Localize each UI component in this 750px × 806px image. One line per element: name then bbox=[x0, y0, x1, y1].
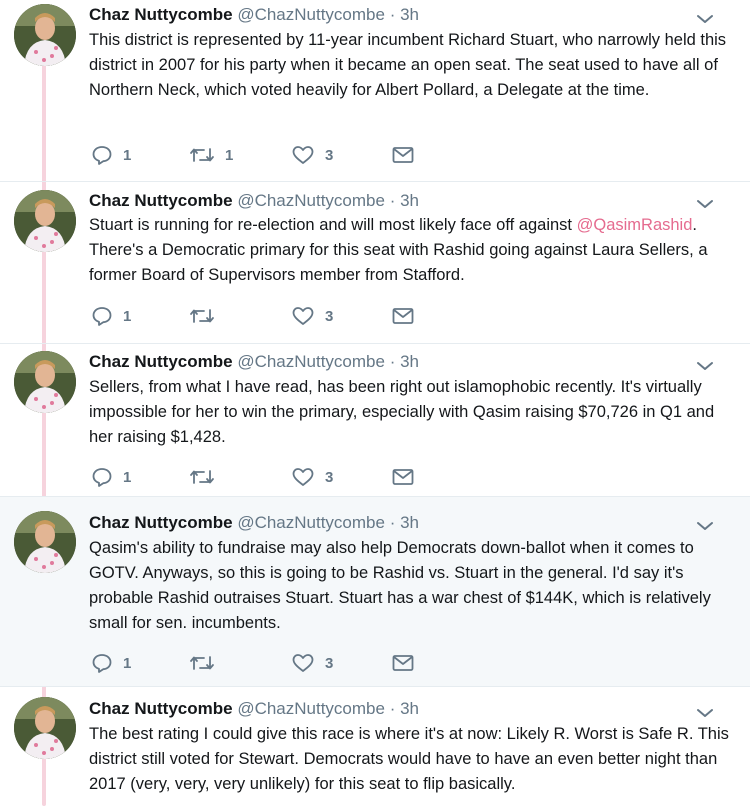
tweet-text-body: Sellers, from what I have read, has been… bbox=[89, 378, 715, 446]
retweet-count: 1 bbox=[225, 146, 234, 164]
avatar[interactable] bbox=[14, 190, 76, 252]
like-button[interactable]: 3 bbox=[291, 304, 333, 328]
tweet-header: Chaz Nuttycombe @ChazNuttycombe · 3h bbox=[89, 190, 419, 212]
user-handle[interactable]: @ChazNuttycombe bbox=[237, 513, 385, 532]
tweet[interactable]: Chaz Nuttycombe @ChazNuttycombe · 3h Qas… bbox=[0, 497, 750, 687]
reply-icon bbox=[92, 146, 112, 165]
like-count: 3 bbox=[325, 654, 334, 672]
reply-icon bbox=[92, 307, 112, 326]
user-handle[interactable]: @ChazNuttycombe bbox=[237, 5, 385, 24]
display-name[interactable]: Chaz Nuttycombe bbox=[89, 352, 233, 371]
tweet-text: Qasim's ability to fundraise may also he… bbox=[89, 536, 729, 636]
tweet[interactable]: Chaz Nuttycombe @ChazNuttycombe · 3h Sel… bbox=[0, 344, 750, 497]
timestamp[interactable]: · 3h bbox=[390, 513, 419, 532]
avatar[interactable] bbox=[14, 4, 76, 66]
heart-icon bbox=[292, 307, 314, 325]
display-name[interactable]: Chaz Nuttycombe bbox=[89, 699, 233, 718]
tweet-text: Sellers, from what I have read, has been… bbox=[89, 375, 729, 450]
tweet[interactable]: Chaz Nuttycombe @ChazNuttycombe · 3h Thi… bbox=[0, 0, 750, 182]
tweet-text: This district is represented by 11-year … bbox=[89, 28, 729, 103]
like-count: 3 bbox=[325, 307, 334, 325]
tweet-header: Chaz Nuttycombe @ChazNuttycombe · 3h bbox=[89, 351, 419, 373]
reply-button[interactable]: 1 bbox=[91, 465, 131, 489]
avatar[interactable] bbox=[14, 697, 76, 759]
reply-count: 1 bbox=[123, 654, 132, 672]
tweet-text-body: This district is represented by 11-year … bbox=[89, 31, 727, 99]
heart-icon bbox=[292, 654, 314, 672]
envelope-icon bbox=[392, 308, 414, 324]
tweet-actions: 1 3 bbox=[89, 465, 429, 489]
retweet-button[interactable] bbox=[189, 651, 225, 675]
avatar[interactable] bbox=[14, 511, 76, 573]
tweet-header: Chaz Nuttycombe @ChazNuttycombe · 3h bbox=[89, 698, 419, 720]
user-handle[interactable]: @ChazNuttycombe bbox=[237, 352, 385, 371]
retweet-icon bbox=[190, 656, 214, 670]
tweet-actions: 1 3 bbox=[89, 651, 429, 675]
direct-message-button[interactable] bbox=[391, 304, 415, 328]
retweet-icon bbox=[190, 470, 214, 484]
tweet-text-body: Stuart is running for re-election and wi… bbox=[89, 216, 577, 234]
retweet-button[interactable] bbox=[189, 304, 225, 328]
timestamp[interactable]: · 3h bbox=[390, 191, 419, 210]
direct-message-button[interactable] bbox=[391, 143, 415, 167]
tweet-actions: 1 1 3 bbox=[89, 143, 429, 167]
retweet-button[interactable] bbox=[189, 465, 225, 489]
tweet-text: The best rating I could give this race i… bbox=[89, 722, 729, 797]
chevron-down-icon[interactable] bbox=[696, 520, 714, 532]
envelope-icon bbox=[392, 655, 414, 671]
mention-link[interactable]: @QasimRashid bbox=[577, 216, 693, 234]
display-name[interactable]: Chaz Nuttycombe bbox=[89, 5, 233, 24]
display-name[interactable]: Chaz Nuttycombe bbox=[89, 513, 233, 532]
like-button[interactable]: 3 bbox=[291, 651, 333, 675]
heart-icon bbox=[292, 468, 314, 486]
like-count: 3 bbox=[325, 468, 334, 486]
retweet-button[interactable]: 1 bbox=[189, 143, 233, 167]
chevron-down-icon[interactable] bbox=[696, 13, 714, 25]
tweet[interactable]: Chaz Nuttycombe @ChazNuttycombe · 3h Stu… bbox=[0, 182, 750, 344]
heart-icon bbox=[292, 146, 314, 164]
tweet-text: Stuart is running for re-election and wi… bbox=[89, 213, 729, 288]
like-button[interactable]: 3 bbox=[291, 465, 333, 489]
user-handle[interactable]: @ChazNuttycombe bbox=[237, 191, 385, 210]
reply-count: 1 bbox=[123, 307, 132, 325]
reply-count: 1 bbox=[123, 468, 132, 486]
reply-count: 1 bbox=[123, 146, 132, 164]
reply-icon bbox=[92, 468, 112, 487]
timestamp[interactable]: · 3h bbox=[390, 352, 419, 371]
tweet-header: Chaz Nuttycombe @ChazNuttycombe · 3h bbox=[89, 4, 419, 26]
direct-message-button[interactable] bbox=[391, 465, 415, 489]
retweet-icon bbox=[190, 148, 214, 162]
envelope-icon bbox=[392, 147, 414, 163]
envelope-icon bbox=[392, 469, 414, 485]
like-count: 3 bbox=[325, 146, 334, 164]
retweet-icon bbox=[190, 309, 214, 323]
reply-icon bbox=[92, 654, 112, 673]
tweet[interactable]: Chaz Nuttycombe @ChazNuttycombe · 3h The… bbox=[0, 687, 750, 806]
tweet-actions: 1 3 bbox=[89, 304, 429, 328]
tweet-header: Chaz Nuttycombe @ChazNuttycombe · 3h bbox=[89, 512, 419, 534]
chevron-down-icon[interactable] bbox=[696, 198, 714, 210]
reply-button[interactable]: 1 bbox=[91, 651, 131, 675]
user-handle[interactable]: @ChazNuttycombe bbox=[237, 699, 385, 718]
display-name[interactable]: Chaz Nuttycombe bbox=[89, 191, 233, 210]
timestamp[interactable]: · 3h bbox=[390, 5, 419, 24]
direct-message-button[interactable] bbox=[391, 651, 415, 675]
reply-button[interactable]: 1 bbox=[91, 304, 131, 328]
chevron-down-icon[interactable] bbox=[696, 360, 714, 372]
tweet-text-body: Qasim's ability to fundraise may also he… bbox=[89, 539, 711, 632]
tweet-text-body: The best rating I could give this race i… bbox=[89, 725, 729, 793]
like-button[interactable]: 3 bbox=[291, 143, 333, 167]
chevron-down-icon[interactable] bbox=[696, 707, 714, 719]
reply-button[interactable]: 1 bbox=[91, 143, 131, 167]
avatar[interactable] bbox=[14, 351, 76, 413]
timestamp[interactable]: · 3h bbox=[390, 699, 419, 718]
